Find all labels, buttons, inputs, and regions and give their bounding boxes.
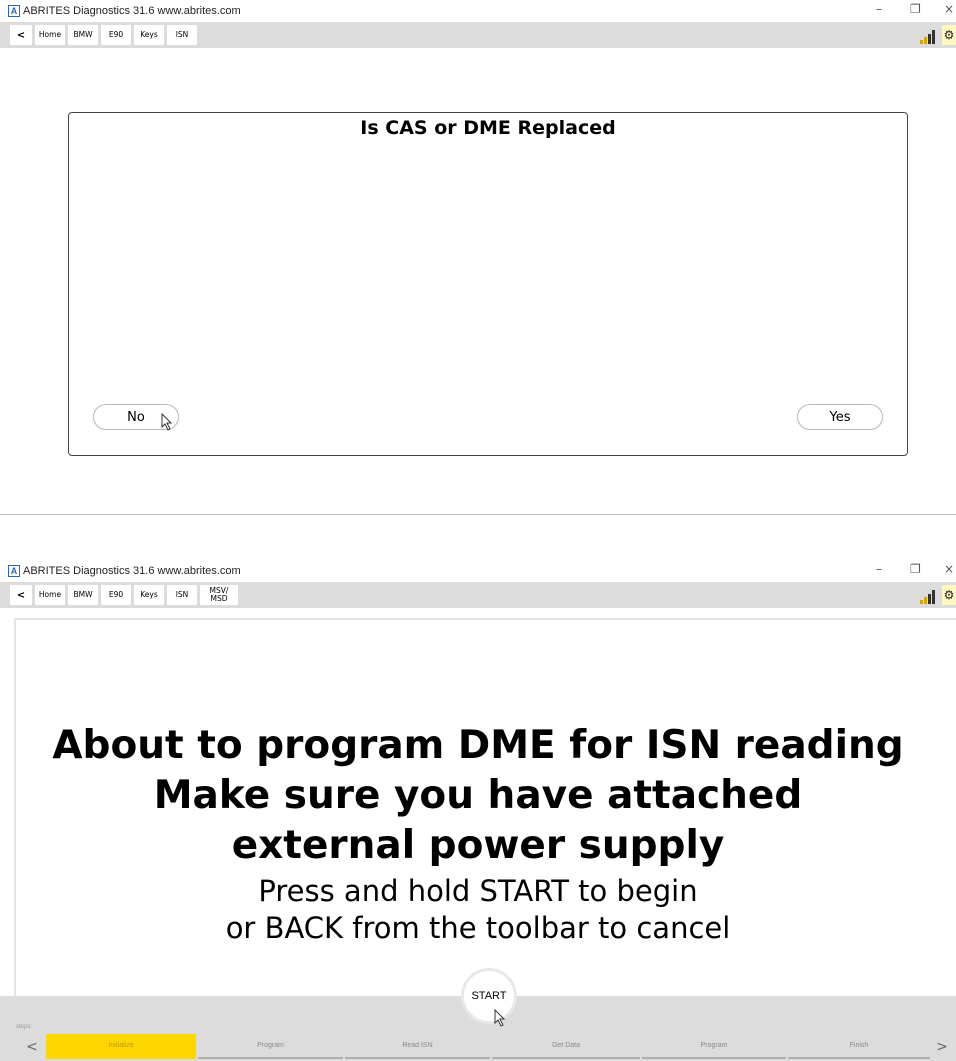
- breadcrumb-bmw[interactable]: BMW: [68, 25, 98, 45]
- start-button[interactable]: START: [461, 968, 517, 1024]
- breadcrumb-toolbar: < Home BMW E90 Keys ISN ⚙: [0, 22, 956, 48]
- yes-button[interactable]: Yes: [797, 404, 883, 430]
- steps-label: steps:: [16, 1024, 33, 1030]
- breadcrumb-home[interactable]: Home: [35, 585, 65, 605]
- steps-prev-button[interactable]: <: [18, 1034, 46, 1059]
- message-line-5: or BACK from the toolbar to cancel: [225, 911, 731, 945]
- signal-bars-icon: [920, 28, 938, 44]
- restore-button[interactable]: ❐: [910, 2, 921, 16]
- minimize-button[interactable]: –: [876, 562, 882, 576]
- gear-icon[interactable]: ⚙: [942, 585, 956, 605]
- breadcrumb-e90[interactable]: E90: [101, 585, 131, 605]
- window-title: ABRITES Diagnostics 31.6 www.abrites.com: [23, 5, 241, 17]
- restore-button[interactable]: ❐: [910, 562, 921, 576]
- message-line-1: About to program DME for ISN reading: [52, 723, 904, 768]
- breadcrumb-keys[interactable]: Keys: [134, 25, 164, 45]
- step-finish: Finish: [788, 1034, 930, 1059]
- breadcrumb-bmw[interactable]: BMW: [68, 585, 98, 605]
- close-button[interactable]: ×: [944, 2, 954, 16]
- window-title: ABRITES Diagnostics 31.6 www.abrites.com: [23, 565, 241, 577]
- step-initialize: Initialize: [46, 1034, 196, 1059]
- breadcrumb-home[interactable]: Home: [35, 25, 65, 45]
- breadcrumb-toolbar: < Home BMW E90 Keys ISN MSV/ MSD ⚙: [0, 582, 956, 608]
- message-line-3: external power supply: [231, 823, 725, 868]
- window-titlebar[interactable]: A ABRITES Diagnostics 31.6 www.abrites.c…: [0, 0, 956, 22]
- step-read-isn: Read ISN: [345, 1034, 490, 1059]
- breadcrumb-isn[interactable]: ISN: [167, 585, 197, 605]
- steps-next-button[interactable]: >: [928, 1034, 956, 1059]
- panel-divider: [0, 514, 956, 515]
- message-line-2: Make sure you have attached: [153, 773, 803, 818]
- close-button[interactable]: ×: [944, 562, 954, 576]
- message-line-4: Press and hold START to begin: [258, 874, 698, 908]
- back-button[interactable]: <: [10, 25, 32, 45]
- window-titlebar[interactable]: A ABRITES Diagnostics 31.6 www.abrites.c…: [0, 560, 956, 582]
- step-get-data: Get Data: [492, 1034, 640, 1059]
- breadcrumb-msv-msd[interactable]: MSV/ MSD: [200, 585, 238, 605]
- question-dialog: Is CAS or DME Replaced No Yes: [68, 112, 908, 456]
- step-program: Program: [198, 1034, 343, 1059]
- breadcrumb-keys[interactable]: Keys: [134, 585, 164, 605]
- minimize-button[interactable]: –: [876, 2, 882, 16]
- breadcrumb-isn[interactable]: ISN: [167, 25, 197, 45]
- mouse-cursor-icon: [161, 413, 173, 431]
- dialog-title: Is CAS or DME Replaced: [360, 117, 616, 139]
- app-logo: A: [8, 5, 20, 17]
- screen-isn-replace-question: A ABRITES Diagnostics 31.6 www.abrites.c…: [0, 0, 956, 515]
- gear-icon[interactable]: ⚙: [942, 25, 956, 45]
- screen-program-dme: A ABRITES Diagnostics 31.6 www.abrites.c…: [0, 560, 956, 1061]
- breadcrumb-e90[interactable]: E90: [101, 25, 131, 45]
- step-program-2: Program: [642, 1034, 786, 1059]
- mouse-cursor-icon: [494, 1009, 506, 1027]
- signal-bars-icon: [920, 588, 938, 604]
- back-button[interactable]: <: [10, 585, 32, 605]
- app-logo: A: [8, 565, 20, 577]
